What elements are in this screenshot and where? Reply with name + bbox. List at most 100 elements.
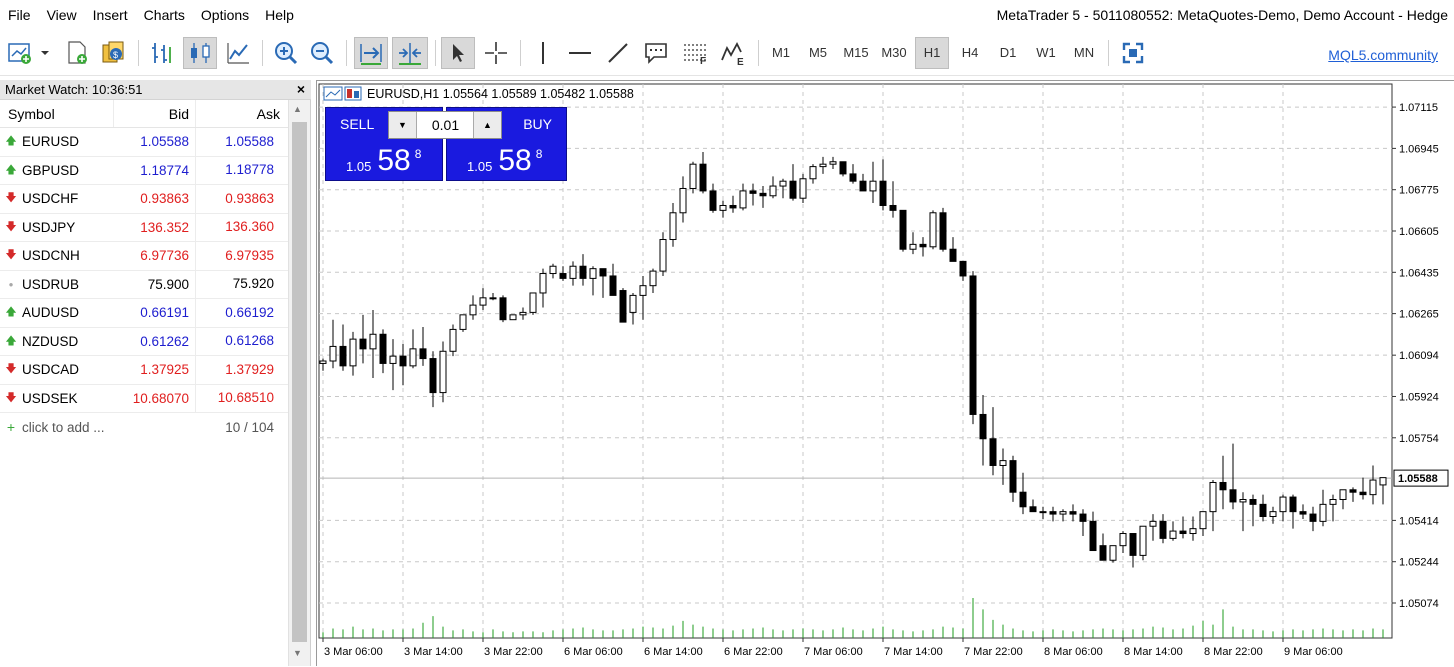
symbol-name: USDCHF (22, 191, 79, 207)
candle-body (809, 166, 817, 180)
timeframe-m5[interactable]: M5 (801, 37, 835, 69)
auto-scroll-icon[interactable] (354, 37, 388, 69)
symbol-name: USDSEK (22, 390, 78, 406)
lot-size-stepper[interactable]: ▼ 0.01 ▲ (388, 111, 502, 139)
profiles-icon[interactable]: $ (98, 37, 130, 69)
candle-body (489, 297, 497, 300)
candle-body (1129, 533, 1137, 556)
candle-body (399, 355, 407, 367)
arrow-down-icon: 🡇 (5, 220, 17, 233)
scroll-down-icon[interactable]: ▼ (293, 648, 302, 658)
market-watch-row[interactable]: 🡅 NZDUSD 0.61262 0.61268 (0, 327, 288, 356)
column-symbol[interactable]: Symbol (0, 100, 114, 127)
chart-shift-icon[interactable] (392, 37, 428, 69)
lot-size-value[interactable]: 0.01 (417, 112, 474, 138)
candle-body (1289, 496, 1297, 513)
toolbar: $ F E MQL5.community M1 M5 M15 M30 H1 H4… (0, 32, 1454, 76)
candlestick-chart-icon[interactable] (183, 37, 217, 69)
candle-body (1359, 491, 1367, 496)
line-chart-icon[interactable] (222, 37, 254, 69)
vertical-line-icon[interactable] (528, 37, 558, 69)
menu-file[interactable]: File (0, 0, 39, 30)
candle-body (929, 212, 937, 248)
y-tick-label: 1.06094 (1399, 350, 1439, 362)
column-ask[interactable]: Ask (196, 100, 288, 127)
timeframe-h4[interactable]: H4 (953, 37, 987, 69)
candle-body (759, 192, 767, 197)
candle-body (389, 355, 397, 364)
market-watch-row[interactable]: 🡇 USDJPY 136.352 136.360 (0, 213, 288, 242)
trend-line-icon[interactable] (602, 37, 634, 69)
market-watch-scrollbar[interactable]: ▲ ▼ (288, 100, 310, 666)
cursor-icon[interactable] (441, 37, 475, 69)
menu-options[interactable]: Options (193, 0, 257, 30)
candle-body (839, 161, 847, 175)
zoom-out-icon[interactable] (306, 37, 338, 69)
bar-chart-icon[interactable] (146, 37, 178, 69)
timeframe-m30[interactable]: M30 (877, 37, 911, 69)
fibonacci-icon[interactable]: F (678, 37, 712, 69)
market-watch-row[interactable]: 🡅 AUDUSD 0.66191 0.66192 (0, 299, 288, 328)
market-watch-row[interactable]: 🡅 EURUSD 1.05588 1.05588 (0, 128, 288, 157)
market-watch-row[interactable]: 🡇 USDCNH 6.97736 6.97935 (0, 242, 288, 271)
candle-body (409, 348, 417, 367)
candle-body (789, 180, 797, 199)
candle-body (819, 163, 827, 168)
candle-body (469, 304, 477, 316)
lot-increase-icon[interactable]: ▲ (473, 112, 501, 138)
fullscreen-icon[interactable] (1117, 37, 1149, 69)
window-title: MetaTrader 5 - 5011080552: MetaQuotes-De… (996, 7, 1448, 23)
market-watch-row[interactable]: 🡅 GBPUSD 1.18774 1.18778 (0, 156, 288, 185)
elliott-wave-icon[interactable]: E (716, 37, 750, 69)
arrow-up-icon: 🡅 (5, 163, 17, 176)
x-tick-label: 3 Mar 06:00 (324, 646, 383, 658)
scroll-up-icon[interactable]: ▲ (293, 104, 302, 114)
candle-body (1149, 520, 1157, 527)
candle-body (599, 268, 607, 277)
horizontal-line-icon[interactable] (564, 37, 596, 69)
new-order-icon[interactable] (62, 37, 94, 69)
add-symbol-row[interactable]: + click to add ... 10 / 104 (0, 413, 288, 441)
symbol-name: USDRUB (22, 276, 80, 292)
chart-window[interactable]: 1.07115 1.06945 1.06775 1.06605 1.06435 1.062… (316, 80, 1454, 666)
new-chart-button[interactable] (6, 37, 52, 69)
timeframe-m15[interactable]: M15 (839, 37, 873, 69)
market-watch-row[interactable]: 🡇 USDCAD 1.37925 1.37929 (0, 356, 288, 385)
candle-body (589, 268, 597, 279)
timeframe-m1[interactable]: M1 (764, 37, 798, 69)
mql5-community-link[interactable]: MQL5.community (1328, 47, 1438, 63)
menu-insert[interactable]: Insert (85, 0, 136, 30)
ask-price: 1.37929 (225, 361, 274, 377)
svg-text:$: $ (113, 50, 118, 60)
bid-price: 75.900 (114, 270, 196, 298)
x-tick-label: 3 Mar 22:00 (484, 646, 543, 658)
x-tick-label: 6 Mar 22:00 (724, 646, 783, 658)
column-bid[interactable]: Bid (114, 100, 196, 127)
market-watch-row[interactable]: ● USDRUB 75.900 75.920 (0, 270, 288, 299)
timeframe-mn[interactable]: MN (1067, 37, 1101, 69)
market-watch-panel: Market Watch: 10:36:51 × Symbol Bid Ask … (0, 80, 311, 666)
timeframe-d1[interactable]: D1 (991, 37, 1025, 69)
zoom-in-icon[interactable] (270, 37, 302, 69)
timeframe-h1[interactable]: H1 (915, 37, 949, 69)
market-watch-row[interactable]: 🡇 USDSEK 10.68070 10.68510 (0, 384, 288, 413)
scroll-thumb[interactable] (292, 122, 307, 642)
menu-help[interactable]: Help (257, 0, 302, 30)
candle-body (769, 185, 777, 197)
text-label-icon[interactable] (640, 37, 672, 69)
market-watch-row[interactable]: 🡇 USDCHF 0.93863 0.93863 (0, 185, 288, 214)
y-tick-label: 1.06265 (1399, 309, 1439, 321)
x-tick-label: 8 Mar 22:00 (1204, 646, 1263, 658)
menu-view[interactable]: View (39, 0, 85, 30)
crosshair-icon[interactable] (480, 37, 512, 69)
ask-price: 10.68510 (217, 390, 274, 406)
candle-body (1269, 511, 1277, 518)
close-icon[interactable]: × (297, 81, 305, 97)
lot-decrease-icon[interactable]: ▼ (389, 112, 417, 138)
y-tick-label: 1.06945 (1399, 143, 1439, 155)
candle-body (1209, 481, 1217, 513)
menu-charts[interactable]: Charts (136, 0, 193, 30)
candle-body (1139, 525, 1147, 556)
timeframe-w1[interactable]: W1 (1029, 37, 1063, 69)
candle-body (569, 265, 577, 279)
